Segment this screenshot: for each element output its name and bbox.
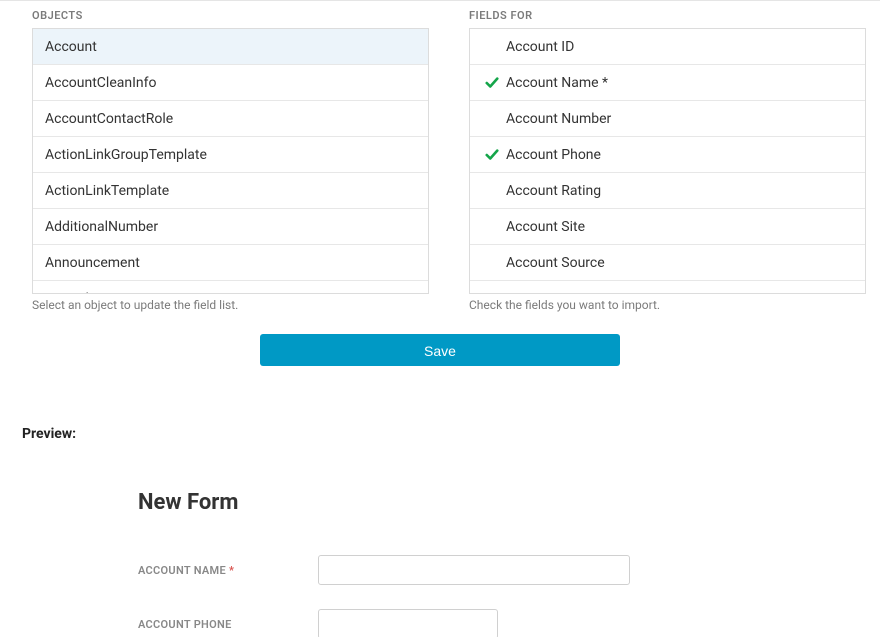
object-item-label: AccountContactRole xyxy=(45,111,173,127)
object-item[interactable]: AdditionalNumber xyxy=(33,209,428,245)
field-item[interactable]: Account Phone xyxy=(470,137,865,173)
field-item-label: Account Rating xyxy=(502,183,601,199)
object-item[interactable]: ActionLinkTemplate xyxy=(33,173,428,209)
object-item[interactable]: Announcement xyxy=(33,245,428,281)
object-item-label: ActionLinkGroupTemplate xyxy=(45,147,207,163)
field-item[interactable]: Account Source xyxy=(470,245,865,281)
object-item[interactable]: ActionLinkGroupTemplate xyxy=(33,137,428,173)
field-item-label: Account ID xyxy=(502,39,574,55)
object-item-label: ApexClass xyxy=(45,291,111,293)
field-item-label: Account Name * xyxy=(502,75,608,91)
object-item[interactable]: AccountCleanInfo xyxy=(33,65,428,101)
field-item[interactable]: Account Rating xyxy=(470,173,865,209)
preview-label: Preview: xyxy=(22,426,858,442)
field-item-label: Account Source xyxy=(502,255,605,271)
form-field-label: ACCOUNT NAME * xyxy=(138,564,318,577)
object-item-label: AccountCleanInfo xyxy=(45,75,156,91)
form-title: New Form xyxy=(138,490,858,515)
form-field-label-text: ACCOUNT NAME xyxy=(138,564,226,577)
objects-helper: Select an object to update the field lis… xyxy=(32,298,429,312)
form-field-label: ACCOUNT PHONE xyxy=(138,618,318,631)
check-icon xyxy=(485,76,499,90)
field-item[interactable]: Account ID xyxy=(470,29,865,65)
fields-helper: Check the fields you want to import. xyxy=(469,298,866,312)
object-item[interactable]: Account xyxy=(33,29,428,65)
field-check xyxy=(482,76,502,90)
field-item-label: Account Site xyxy=(502,219,585,235)
field-item-label: Account Number xyxy=(502,111,611,127)
object-item-label: AdditionalNumber xyxy=(45,219,158,235)
objects-listbox: Account AccountCleanInfo AccountContactRol… xyxy=(32,28,429,294)
object-item-label: Announcement xyxy=(45,255,140,271)
object-item-label: ActionLinkTemplate xyxy=(45,183,169,199)
object-item[interactable]: ApexClass xyxy=(33,281,428,293)
object-item-label: Account xyxy=(45,39,97,55)
field-item[interactable]: Account Number xyxy=(470,101,865,137)
check-icon xyxy=(485,148,499,162)
field-check xyxy=(482,148,502,162)
object-item[interactable]: AccountContactRole xyxy=(33,101,428,137)
form-input[interactable] xyxy=(318,609,498,637)
field-item[interactable]: Account Name * xyxy=(470,65,865,101)
form-field-label-text: ACCOUNT PHONE xyxy=(138,618,232,631)
field-item-label: Account Phone xyxy=(502,147,601,163)
form-input[interactable] xyxy=(318,555,630,585)
field-item[interactable]: Account Site xyxy=(470,209,865,245)
field-item[interactable]: Account Type xyxy=(470,281,865,293)
fields-header: FIELDS FOR xyxy=(469,9,866,22)
field-item-label: Account Type xyxy=(502,291,591,294)
save-button[interactable]: Save xyxy=(260,334,620,366)
fields-listbox: Account ID Account Name * Account Number Ac… xyxy=(469,28,866,294)
required-mark: * xyxy=(229,564,234,577)
form-row: ACCOUNT PHONE xyxy=(138,609,858,637)
objects-header: OBJECTS xyxy=(32,9,429,22)
form-row: ACCOUNT NAME * xyxy=(138,555,858,585)
